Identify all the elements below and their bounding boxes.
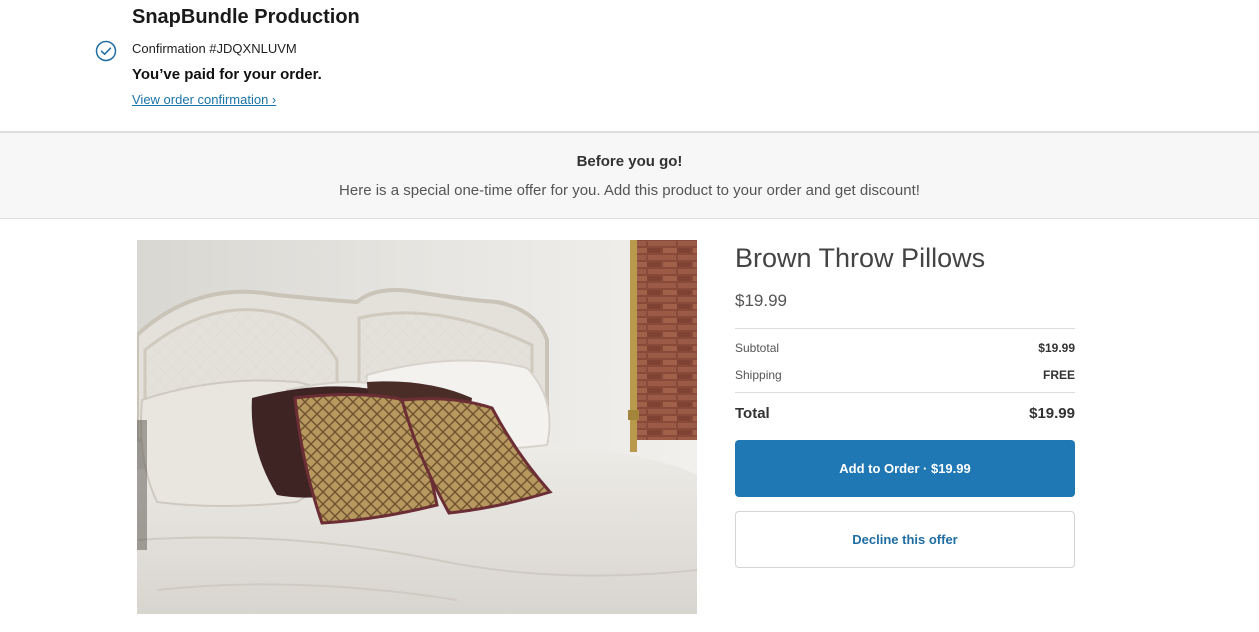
total-value: $19.99 [1029, 405, 1075, 422]
subtotal-value: $19.99 [1038, 341, 1075, 355]
decline-offer-button[interactable]: Decline this offer [735, 511, 1075, 568]
shop-name: SnapBundle Production [132, 6, 360, 28]
order-status-header: SnapBundle Production Confirmation #JDQX… [0, 0, 1259, 131]
check-circle-icon [95, 40, 117, 62]
divider [735, 328, 1075, 329]
divider [735, 392, 1075, 393]
subtotal-label: Subtotal [735, 341, 780, 355]
add-to-order-button[interactable]: Add to Order · $19.99 [735, 440, 1075, 497]
paid-message: You’ve paid for your order. [132, 66, 322, 83]
product-photo [137, 240, 697, 614]
banner-title: Before you go! [576, 153, 683, 170]
product-price: $19.99 [735, 291, 787, 310]
view-order-confirmation-link[interactable]: View order confirmation › [132, 92, 276, 107]
banner-text: Here is a special one-time offer for you… [339, 182, 920, 199]
shipping-label: Shipping [735, 368, 782, 382]
offer-banner: Before you go! Here is a special one-tim… [0, 131, 1259, 219]
confirmation-number: Confirmation #JDQXNLUVM [132, 41, 297, 56]
product-title: Brown Throw Pillows [735, 243, 986, 273]
total-label: Total [735, 405, 770, 422]
shipping-value: FREE [1042, 368, 1075, 382]
